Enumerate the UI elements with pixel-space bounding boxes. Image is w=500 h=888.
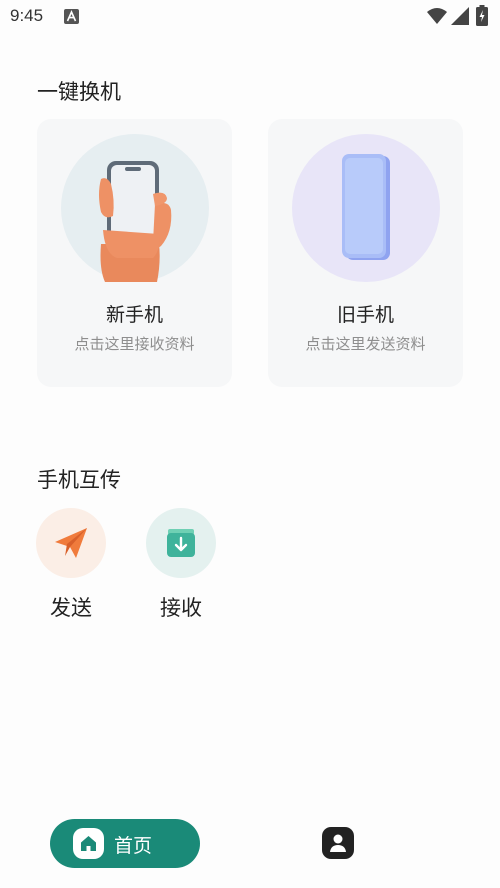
status-bar: 9:45 bbox=[0, 0, 500, 34]
old-phone-title: 旧手机 bbox=[336, 304, 394, 326]
signal-icon bbox=[451, 7, 469, 25]
profile-icon bbox=[330, 834, 346, 852]
nav-home-tab[interactable]: 首页 bbox=[50, 819, 200, 868]
old-phone-card[interactable]: 旧手机 点击这里发送资料 bbox=[268, 119, 463, 387]
receive-button[interactable]: 接收 bbox=[146, 508, 216, 620]
new-phone-illustration-circle bbox=[61, 134, 209, 282]
status-time: 9:45 bbox=[10, 6, 44, 25]
receive-label: 接收 bbox=[160, 596, 202, 620]
phone-icon bbox=[342, 154, 390, 260]
notification-a-icon bbox=[64, 9, 79, 24]
section-title-switch: 一键换机 bbox=[37, 80, 121, 104]
hand-holding-phone-icon bbox=[99, 161, 172, 282]
home-icon bbox=[81, 836, 96, 851]
battery-charging-icon bbox=[476, 5, 488, 26]
receive-icon-circle bbox=[146, 508, 216, 578]
send-icon-circle bbox=[36, 508, 106, 578]
section-title-transfer: 手机互传 bbox=[37, 468, 121, 492]
old-phone-subtitle: 点击这里发送资料 bbox=[305, 335, 426, 353]
new-phone-card[interactable]: 新手机 点击这里接收资料 bbox=[37, 119, 232, 387]
nav-profile-tab[interactable] bbox=[322, 827, 354, 859]
new-phone-subtitle: 点击这里接收资料 bbox=[74, 335, 195, 353]
home-icon-wrapper bbox=[73, 828, 104, 859]
send-button[interactable]: 发送 bbox=[36, 508, 106, 620]
paper-plane-icon bbox=[55, 528, 87, 558]
wifi-icon bbox=[427, 8, 447, 24]
new-phone-title: 新手机 bbox=[105, 304, 163, 326]
nav-home-label: 首页 bbox=[114, 835, 153, 857]
send-label: 发送 bbox=[50, 596, 92, 620]
old-phone-illustration-circle bbox=[292, 134, 440, 282]
download-box-icon bbox=[167, 529, 195, 557]
